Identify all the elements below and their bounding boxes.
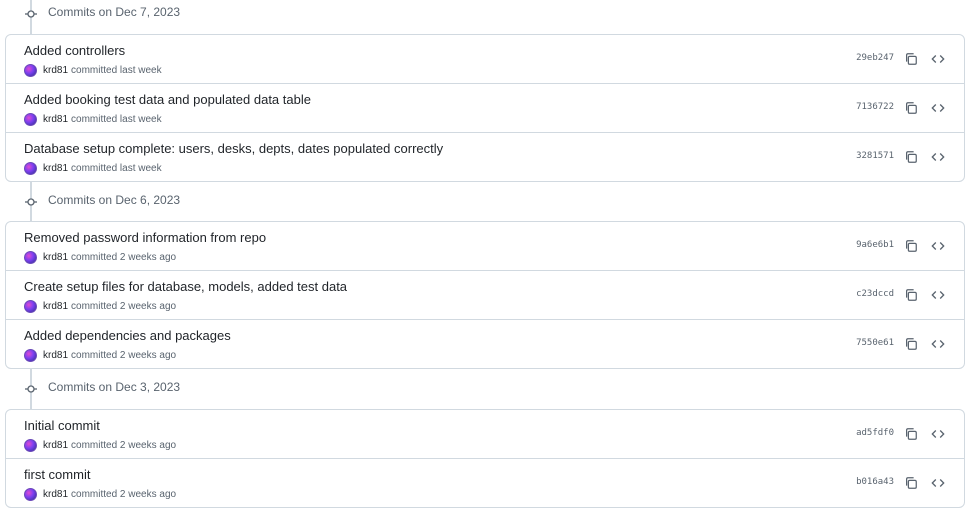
commit-title-link[interactable]: Database setup complete: users, desks, d… [24,141,443,156]
commit-time: committed last week [71,162,162,174]
commit-time: committed 2 weeks ago [71,349,177,361]
commit-row: first commit krd81 committed 2 weeks ago… [6,458,964,507]
copy-icon[interactable] [903,426,919,442]
commit-meta: krd81 committed 2 weeks ago [24,438,176,452]
avatar[interactable] [24,112,37,126]
code-icon[interactable] [930,287,946,303]
commit-title-link[interactable]: Added controllers [24,43,125,58]
commit-sha-link[interactable]: 29eb247 [856,53,894,63]
commit-sha-link[interactable]: b016a43 [856,477,894,487]
commit-group-header: Commits on Dec 6, 2023 [0,188,971,216]
copy-icon[interactable] [903,238,919,254]
commit-title-link[interactable]: Initial commit [24,418,100,433]
code-icon[interactable] [930,100,946,116]
commit-group-date: Commits on Dec 7, 2023 [48,5,181,19]
copy-icon[interactable] [903,475,919,491]
author-link[interactable]: krd81 [43,440,68,451]
commit-row: Create setup files for database, models,… [6,270,964,319]
commit-meta: krd81 committed last week [24,161,162,175]
code-icon[interactable] [930,426,946,442]
author-link[interactable]: krd81 [43,114,68,125]
commit-meta: krd81 committed 2 weeks ago [24,348,176,362]
commit-time: committed 2 weeks ago [71,251,177,263]
author-link[interactable]: krd81 [43,350,68,361]
commit-group-header: Commits on Dec 3, 2023 [0,375,971,403]
commit-sha-link[interactable]: ad5fdf0 [856,428,894,438]
copy-icon[interactable] [903,149,919,165]
commit-meta: krd81 committed 2 weeks ago [24,250,176,264]
commit-group-header: Commits on Dec 7, 2023 [0,0,971,28]
commit-meta: krd81 committed last week [24,112,162,126]
git-commit-icon [25,8,37,20]
code-icon[interactable] [930,51,946,67]
author-link[interactable]: krd81 [43,65,68,76]
commit-group: Added controllers krd81 committed last w… [5,34,965,182]
author-link[interactable]: krd81 [43,489,68,500]
commit-row: Initial commit krd81 committed 2 weeks a… [6,410,964,458]
commit-meta: krd81 committed last week [24,63,162,77]
code-icon[interactable] [930,149,946,165]
commit-sha-link[interactable]: 9a6e6b1 [856,240,894,250]
git-commit-icon [25,383,37,395]
commit-time: committed 2 weeks ago [71,439,177,451]
code-icon[interactable] [930,475,946,491]
commit-sha-link[interactable]: 7550e61 [856,338,894,348]
commit-row: Added dependencies and packages krd81 co… [6,319,964,368]
code-icon[interactable] [930,336,946,352]
copy-icon[interactable] [903,51,919,67]
copy-icon[interactable] [903,100,919,116]
avatar[interactable] [24,487,37,501]
author-link[interactable]: krd81 [43,252,68,263]
commit-title-link[interactable]: Added dependencies and packages [24,328,231,343]
code-icon[interactable] [930,238,946,254]
avatar[interactable] [24,438,37,452]
commit-group-date: Commits on Dec 6, 2023 [48,193,181,207]
commit-time: committed last week [71,113,162,125]
commit-title-link[interactable]: Added booking test data and populated da… [24,92,311,107]
author-link[interactable]: krd81 [43,301,68,312]
avatar[interactable] [24,63,37,77]
commit-group-date: Commits on Dec 3, 2023 [48,380,181,394]
commit-time: committed 2 weeks ago [71,300,177,312]
avatar[interactable] [24,348,37,362]
commit-sha-link[interactable]: 3281571 [856,151,894,161]
commit-title-link[interactable]: first commit [24,467,90,482]
commit-group: Removed password information from repo k… [5,221,965,369]
author-link[interactable]: krd81 [43,163,68,174]
git-commit-icon [25,196,37,208]
commit-group: Initial commit krd81 committed 2 weeks a… [5,409,965,508]
commit-sha-link[interactable]: c23dccd [856,289,894,299]
commit-time: committed 2 weeks ago [71,488,177,500]
avatar[interactable] [24,161,37,175]
commit-row: Database setup complete: users, desks, d… [6,132,964,181]
commit-row: Added booking test data and populated da… [6,83,964,132]
copy-icon[interactable] [903,287,919,303]
commit-meta: krd81 committed 2 weeks ago [24,299,176,313]
avatar[interactable] [24,299,37,313]
commit-row: Removed password information from repo k… [6,222,964,270]
commit-row: Added controllers krd81 committed last w… [6,35,964,83]
commit-title-link[interactable]: Create setup files for database, models,… [24,279,347,294]
avatar[interactable] [24,250,37,264]
commit-time: committed last week [71,64,162,76]
copy-icon[interactable] [903,336,919,352]
commit-timeline: Commits on Dec 7, 2023 Added controllers… [0,0,971,516]
commit-sha-link[interactable]: 7136722 [856,102,894,112]
commit-title-link[interactable]: Removed password information from repo [24,230,266,245]
commit-meta: krd81 committed 2 weeks ago [24,487,176,501]
